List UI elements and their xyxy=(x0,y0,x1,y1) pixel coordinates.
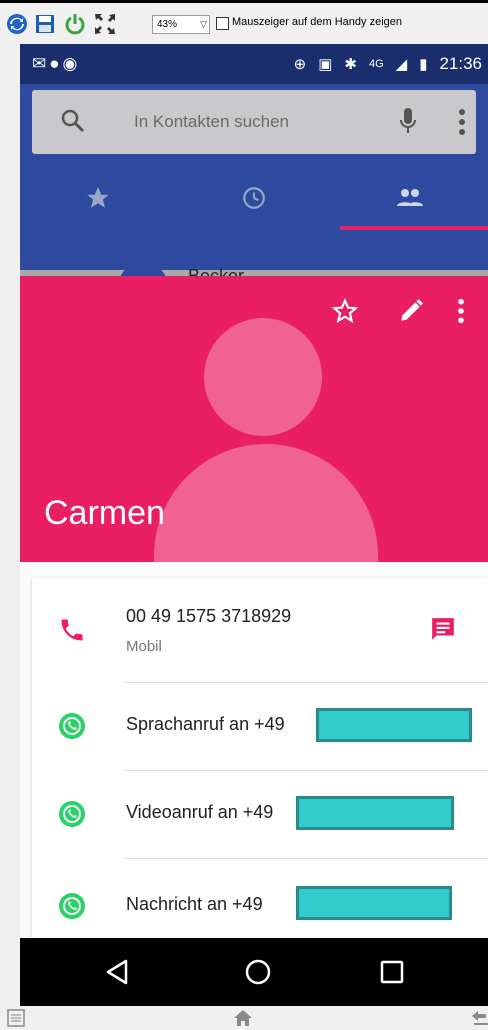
whatsapp-voice-label: Sprachanruf an +49 xyxy=(126,714,285,734)
emulator-toolbar: 43% ▽ Mauszeiger auf dem Handy zeigen xyxy=(0,0,488,44)
tab-recent[interactable] xyxy=(176,168,332,228)
whatsapp-icon xyxy=(59,893,85,919)
circle-icon: ● xyxy=(49,54,63,73)
avatar-placeholder-body xyxy=(154,444,378,562)
battery-icon: ▮ xyxy=(419,56,428,73)
microphone-icon[interactable] xyxy=(398,106,418,136)
people-icon xyxy=(397,189,423,206)
power-icon[interactable] xyxy=(64,13,86,35)
bluetooth-icon: ✱ xyxy=(344,56,357,73)
edit-pencil-icon[interactable] xyxy=(398,298,424,324)
whatsapp-icon xyxy=(59,713,85,739)
redacted-number xyxy=(296,796,454,830)
whatsapp-video-label: Videoanruf an +49 xyxy=(126,802,274,822)
menu-icon[interactable] xyxy=(6,1008,26,1028)
star-icon xyxy=(87,187,109,208)
app-bar: In Kontakten suchen B B Becker xyxy=(20,84,488,320)
recents-icon[interactable] xyxy=(376,956,408,988)
home-icon[interactable] xyxy=(242,956,274,988)
phone-icon xyxy=(61,619,83,641)
mail-icon: ✉ xyxy=(32,54,50,73)
fullscreen-icon[interactable] xyxy=(94,13,116,35)
tab-contacts[interactable] xyxy=(332,168,488,228)
contact-title: Carmen xyxy=(44,494,165,532)
signal-icon: ◢ xyxy=(395,56,408,73)
cast-icon: ▣ xyxy=(318,56,333,73)
whatsapp-voice-row[interactable]: Sprachanruf an +49 xyxy=(32,682,488,770)
search-input[interactable]: In Kontakten suchen xyxy=(134,112,289,132)
network-label: 4G xyxy=(368,58,384,70)
phone-screen: ✉●◉ ⊕ ▣ ✱ 4G ◢ ▮ 21:36 In Kontakten such… xyxy=(20,44,488,1006)
whatsapp-icon xyxy=(59,801,85,827)
contact-details-card: 00 49 1575 3718929 Mobil Sprachanruf an … xyxy=(32,578,488,938)
tab-bar xyxy=(20,168,488,228)
save-icon[interactable] xyxy=(34,13,56,35)
tab-favorites[interactable] xyxy=(20,168,176,228)
whatsapp-message-row[interactable]: Nachricht an +49 xyxy=(32,858,488,938)
message-icon[interactable] xyxy=(430,616,456,642)
status-bar: ✉●◉ ⊕ ▣ ✱ 4G ◢ ▮ 21:36 xyxy=(20,44,488,84)
refresh-icon[interactable] xyxy=(6,13,28,35)
search-icon xyxy=(61,109,85,133)
tab-indicator xyxy=(340,226,488,230)
emulator-bottom-bar xyxy=(0,1006,488,1030)
navigation-bar xyxy=(20,938,488,1006)
back-icon[interactable] xyxy=(102,956,134,988)
clock-icon xyxy=(243,187,265,209)
overflow-menu-icon[interactable] xyxy=(458,108,466,136)
phone-type: Mobil xyxy=(126,638,162,655)
show-pointer-label: Mauszeiger auf dem Handy zeigen xyxy=(232,16,402,28)
redacted-number xyxy=(296,886,452,920)
whatsapp-video-row[interactable]: Videoanruf an +49 xyxy=(32,770,488,858)
clock: 21:36 xyxy=(439,54,482,73)
favorite-star-icon[interactable] xyxy=(332,298,358,324)
redacted-number xyxy=(316,708,472,742)
whatsapp-message-label: Nachricht an +49 xyxy=(126,894,263,914)
avatar-placeholder-head xyxy=(204,318,322,436)
search-bar[interactable]: In Kontakten suchen xyxy=(32,90,476,154)
sync-icon: ◉ xyxy=(62,54,81,73)
add-circle-icon: ⊕ xyxy=(293,56,307,73)
back-arrow-icon[interactable] xyxy=(470,1008,488,1028)
contact-header: Carmen xyxy=(20,276,488,562)
notification-icons: ✉●◉ xyxy=(32,54,80,74)
home-icon[interactable] xyxy=(232,1008,254,1028)
more-options-icon[interactable] xyxy=(456,298,466,324)
phone-number: 00 49 1575 3718929 xyxy=(126,606,292,626)
zoom-select[interactable]: 43% ▽ xyxy=(152,15,210,34)
show-pointer-checkbox[interactable] xyxy=(216,17,229,30)
system-icons: ⊕ ▣ ✱ 4G ◢ ▮ 21:36 xyxy=(294,54,482,74)
phone-row[interactable]: 00 49 1575 3718929 Mobil xyxy=(32,578,488,682)
